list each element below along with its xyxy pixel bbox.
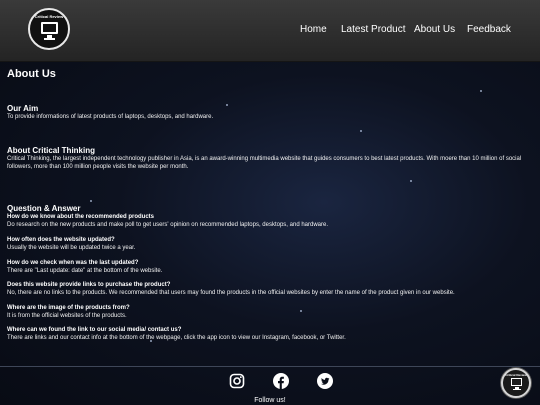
monitor-icon [511, 378, 522, 386]
qa-item: How often does the website updated? Usua… [7, 236, 533, 252]
follow-us-text: Follow us! [254, 397, 286, 404]
monitor-icon [41, 22, 58, 34]
qa-item: Where can we found the link to our socia… [7, 326, 533, 342]
about-text: Critical Thinking, the largest independe… [7, 156, 522, 170]
aim-heading: Our Aim [7, 104, 39, 113]
qa-heading: Question & Answer [7, 204, 81, 213]
qa-answer: Usually the website will be updated twic… [7, 245, 136, 251]
site-logo[interactable]: Critical Review [28, 8, 70, 50]
qa-item: How do we know about the recommended pro… [7, 213, 533, 229]
qa-question: How do we check when was the last update… [7, 260, 139, 266]
footer-logo[interactable]: Critical Review [501, 368, 531, 398]
qa-item: How do we check when was the last update… [7, 259, 533, 275]
twitter-icon[interactable] [317, 373, 333, 389]
qa-answer: There are "Last update: date" at the bot… [7, 268, 163, 274]
qa-item: Where are the image of the products from… [7, 304, 533, 320]
site-header: Critical Review Home Latest Product Abou… [0, 0, 540, 62]
nav-feedback[interactable]: Feedback [467, 24, 511, 35]
nav-home[interactable]: Home [300, 24, 327, 35]
qa-question: How often does the website updated? [7, 237, 115, 243]
logo-text: Critical Review [505, 373, 527, 377]
facebook-icon[interactable] [273, 373, 289, 389]
qa-question: Where are the image of the products from… [7, 305, 130, 311]
aim-text: To provide informations of latest produc… [7, 114, 214, 120]
qa-answer: No, there are no links to the products. … [7, 290, 455, 296]
logo-text: Critical Review [34, 14, 64, 19]
qa-question: Does this website provide links to purch… [7, 282, 171, 288]
qa-answer: Do research on the new products and make… [7, 222, 329, 228]
nav-latest-product[interactable]: Latest Product [341, 24, 405, 35]
about-heading: About Critical Thinking [7, 146, 95, 155]
qa-item: Does this website provide links to purch… [7, 281, 533, 297]
qa-question: Where can we found the link to our socia… [7, 327, 182, 333]
qa-question: How do we know about the recommended pro… [7, 214, 155, 220]
nav-about-us[interactable]: About Us [414, 24, 455, 35]
footer-divider [0, 366, 540, 367]
qa-answer: There are links and our contact info at … [7, 335, 346, 341]
page-title: About Us [7, 68, 56, 80]
qa-answer: It is from the official websites of the … [7, 313, 127, 319]
instagram-icon[interactable] [229, 373, 245, 389]
